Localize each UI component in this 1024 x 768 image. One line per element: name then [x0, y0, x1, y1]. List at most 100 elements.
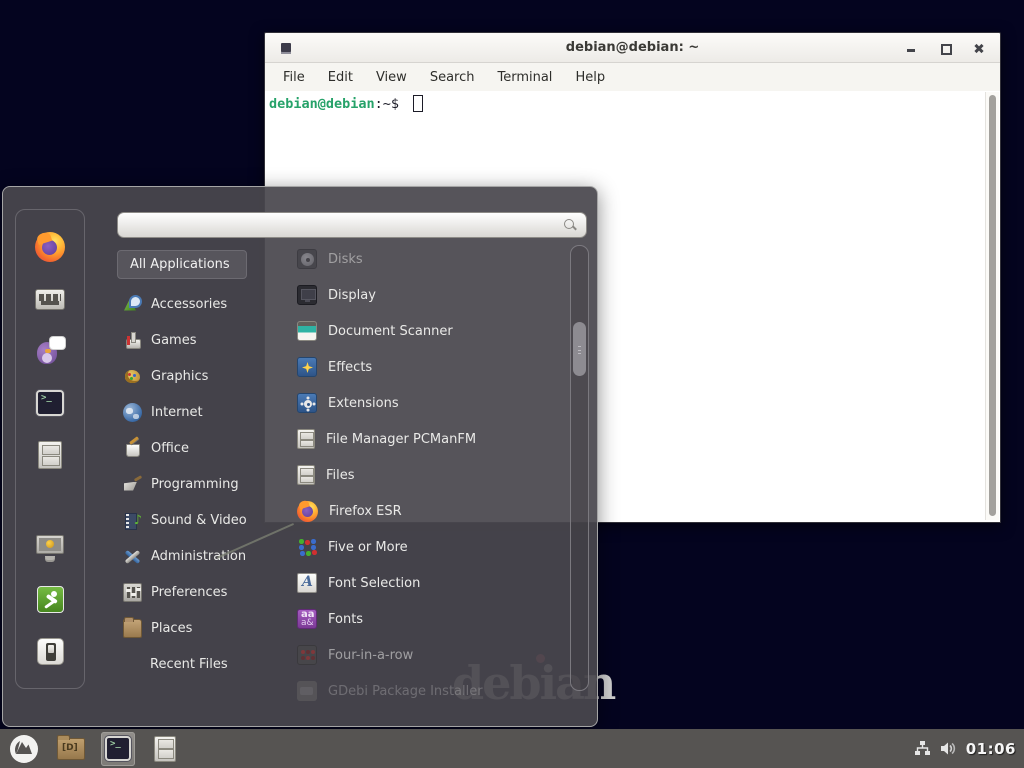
terminal-prompt: debian@debian:~$: [269, 95, 423, 112]
places-icon: [123, 619, 142, 638]
terminal-icon: [105, 736, 131, 761]
category-sound-video[interactable]: Sound & Video: [117, 502, 257, 538]
display-icon: [297, 285, 317, 305]
favorite-firefox[interactable]: [33, 230, 67, 264]
favorite-keyboard[interactable]: [33, 282, 67, 316]
terminal-titlebar[interactable]: debian@debian: ~: [265, 33, 1000, 63]
search-input[interactable]: [118, 218, 562, 233]
volume-icon[interactable]: [939, 740, 958, 757]
app-fonts[interactable]: Fonts: [289, 601, 569, 637]
file-cabinet-icon: [38, 441, 62, 469]
taskbar-terminal-button[interactable]: [101, 732, 135, 766]
menu-logo-icon: [10, 735, 38, 763]
taskbar: 01:06: [0, 729, 1024, 768]
gdebi-icon: [297, 681, 317, 701]
administration-icon: [123, 547, 142, 566]
category-list: Accessories Games Graphics Internet Offi…: [117, 286, 257, 682]
four-in-a-row-icon: [297, 645, 317, 665]
network-icon[interactable]: [914, 740, 931, 757]
favorite-log-out[interactable]: [33, 582, 67, 616]
category-label: All Applications: [130, 257, 230, 272]
favorite-lock-screen[interactable]: [33, 530, 67, 564]
menu-help[interactable]: Help: [568, 67, 612, 88]
taskbar-clock[interactable]: 01:06: [966, 740, 1016, 758]
favorite-shut-down[interactable]: [33, 634, 67, 668]
accessories-icon: [123, 295, 142, 314]
favorite-terminal[interactable]: [33, 386, 67, 420]
terminal-icon: [36, 390, 64, 416]
terminal-cursor: [413, 95, 423, 112]
category-accessories[interactable]: Accessories: [117, 286, 257, 322]
firefox-icon: [297, 501, 318, 522]
taskbar-desktop-folder-button[interactable]: [54, 732, 88, 766]
menu-terminal[interactable]: Terminal: [490, 67, 559, 88]
favorite-file-manager[interactable]: [33, 438, 67, 472]
file-cabinet-icon: [297, 465, 315, 485]
app-effects[interactable]: Effects: [289, 349, 569, 385]
disks-icon: [297, 249, 317, 269]
category-administration[interactable]: Administration: [117, 538, 257, 574]
programming-icon: [123, 475, 142, 494]
app-four-in-a-row[interactable]: Four-in-a-row: [289, 637, 569, 673]
games-icon: [123, 331, 142, 350]
search-icon: [562, 217, 578, 233]
app-disks[interactable]: Disks: [289, 241, 569, 277]
terminal-menubar: File Edit View Search Terminal Help: [265, 63, 1000, 91]
category-internet[interactable]: Internet: [117, 394, 257, 430]
internet-icon: [123, 403, 142, 422]
app-firefox-esr[interactable]: Firefox ESR: [289, 493, 569, 529]
minimize-icon[interactable]: [904, 41, 918, 55]
app-document-scanner[interactable]: Document Scanner: [289, 313, 569, 349]
log-out-icon: [37, 586, 64, 613]
extensions-icon: [297, 393, 317, 413]
category-all-applications[interactable]: All Applications: [117, 250, 247, 279]
close-icon[interactable]: [972, 41, 986, 55]
office-icon: [123, 439, 142, 458]
effects-icon: [297, 357, 317, 377]
pidgin-icon: [35, 337, 65, 365]
menu-file[interactable]: File: [276, 67, 312, 88]
menu-edit[interactable]: Edit: [321, 67, 360, 88]
category-office[interactable]: Office: [117, 430, 257, 466]
category-programming[interactable]: Programming: [117, 466, 257, 502]
terminal-scrollbar-thumb[interactable]: [989, 95, 996, 516]
sound-video-icon: [123, 511, 142, 530]
preferences-icon: [123, 583, 142, 602]
prompt-path: :~$: [375, 96, 408, 112]
category-places[interactable]: Places: [117, 610, 257, 646]
app-list-scrollbar-thumb[interactable]: [573, 322, 586, 376]
app-font-selection[interactable]: Font Selection: [289, 565, 569, 601]
file-cabinet-icon: [297, 429, 315, 449]
favorites-rail: [15, 209, 85, 689]
app-list: Disks Display Document Scanner Effects E…: [289, 241, 569, 709]
category-preferences[interactable]: Preferences: [117, 574, 257, 610]
desktop: debian debian@debian: ~ File Edit View S…: [0, 0, 1024, 768]
category-recent-files[interactable]: Recent Files: [117, 646, 257, 682]
five-or-more-icon: [297, 537, 317, 557]
fonts-icon: [297, 609, 317, 629]
menu-button[interactable]: [7, 732, 41, 766]
menu-search[interactable]: Search: [423, 67, 482, 88]
app-files[interactable]: Files: [289, 457, 569, 493]
terminal-scrollbar[interactable]: [985, 92, 999, 520]
desktop-folder-icon: [57, 738, 85, 760]
taskbar-file-manager-button[interactable]: [148, 732, 182, 766]
maximize-icon[interactable]: [938, 41, 952, 55]
app-file-manager-pcmanfm[interactable]: File Manager PCManFM: [289, 421, 569, 457]
prompt-user: debian@debian: [269, 96, 375, 112]
document-scanner-icon: [297, 321, 317, 341]
category-graphics[interactable]: Graphics: [117, 358, 257, 394]
application-menu: All Applications Accessories Games Graph…: [2, 186, 598, 727]
app-five-or-more[interactable]: Five or More: [289, 529, 569, 565]
menu-view[interactable]: View: [369, 67, 414, 88]
category-games[interactable]: Games: [117, 322, 257, 358]
app-gdebi-package-installer[interactable]: GDebi Package Installer: [289, 673, 569, 709]
app-extensions[interactable]: Extensions: [289, 385, 569, 421]
app-list-scrollbar[interactable]: [570, 245, 589, 691]
font-selection-icon: [297, 573, 317, 593]
file-cabinet-icon: [154, 736, 176, 762]
favorite-pidgin[interactable]: [33, 334, 67, 368]
graphics-icon: [123, 367, 142, 386]
firefox-icon: [35, 232, 65, 262]
app-display[interactable]: Display: [289, 277, 569, 313]
